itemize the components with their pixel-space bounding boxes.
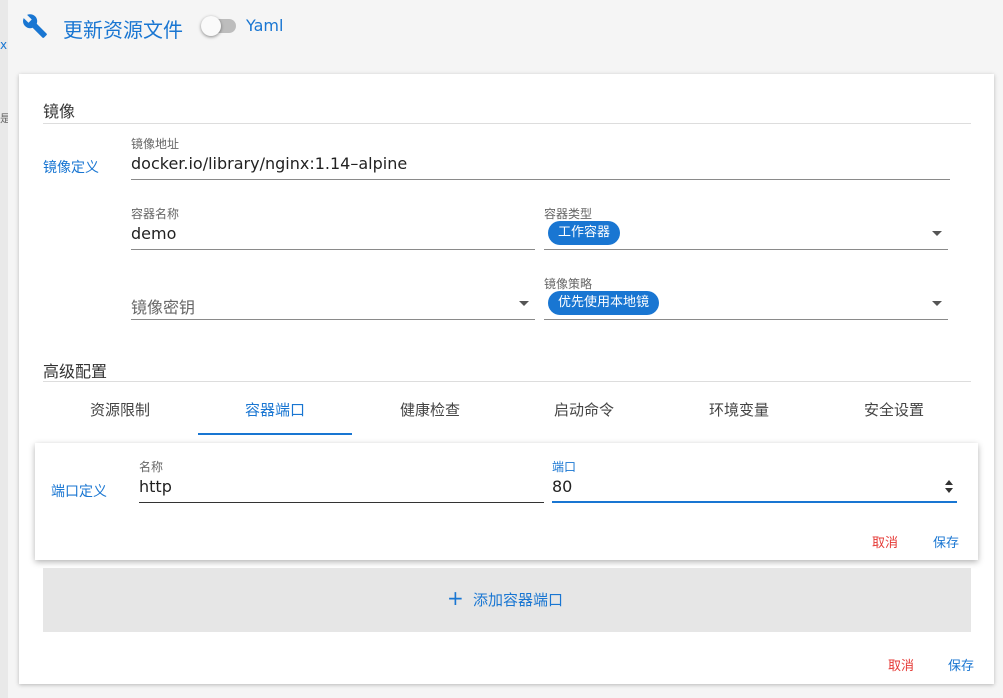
update-resource-dialog: 更新资源文件 Yaml 镜像 镜像定义 镜像地址 docker.io/libra… — [8, 0, 1003, 698]
tab-health-check[interactable]: 健康检查 — [353, 390, 507, 436]
dialog-cancel-button[interactable]: 取消 — [888, 655, 914, 674]
advanced-tabs: 资源限制 容器端口 健康检查 启动命令 环境变量 安全设置 — [43, 390, 971, 436]
port-name-underline — [139, 502, 544, 503]
port-definition-card: 端口定义 名称 http 端口 80 取消 保存 — [35, 443, 978, 560]
add-container-port-button[interactable]: + 添加容器端口 — [43, 568, 971, 632]
image-address-input[interactable]: docker.io/library/nginx:1.14–alpine — [131, 154, 407, 173]
port-number-underline — [552, 501, 957, 503]
stepper-down-icon[interactable] — [945, 488, 953, 493]
image-secret-underline — [131, 319, 535, 320]
port-save-button[interactable]: 保存 — [933, 532, 959, 551]
image-definition-label: 镜像定义 — [43, 160, 99, 176]
stepper-up-icon[interactable] — [945, 480, 953, 485]
container-type-underline — [544, 249, 948, 250]
tab-security-settings[interactable]: 安全设置 — [817, 390, 971, 436]
active-tab-indicator — [198, 433, 352, 435]
image-secret-select[interactable]: 镜像密钥 — [131, 294, 195, 318]
container-name-input[interactable]: demo — [131, 224, 176, 243]
tab-environment-variables[interactable]: 环境变量 — [662, 390, 816, 436]
port-name-input[interactable]: http — [139, 477, 172, 496]
image-policy-underline — [544, 319, 948, 320]
dialog-header: 更新资源文件 Yaml — [8, 0, 1003, 56]
port-stepper[interactable] — [944, 479, 954, 495]
tab-startup-command[interactable]: 启动命令 — [507, 390, 661, 436]
background-fragment-x: x — [0, 38, 8, 52]
background-page: x 是 — [0, 0, 11, 698]
image-address-label: 镜像地址 — [131, 137, 180, 151]
container-type-chip[interactable]: 工作容器 — [548, 221, 621, 245]
dialog-save-button[interactable]: 保存 — [948, 655, 974, 674]
container-type-label: 容器类型 — [544, 207, 593, 221]
dialog-title: 更新资源文件 — [63, 18, 183, 42]
image-policy-chip[interactable]: 优先使用本地镜 — [548, 291, 660, 315]
form-card: 镜像 镜像定义 镜像地址 docker.io/library/nginx:1.1… — [19, 74, 994, 684]
port-cancel-button[interactable]: 取消 — [872, 532, 898, 551]
tab-container-ports[interactable]: 容器端口 — [198, 390, 352, 436]
toggle-thumb — [201, 16, 221, 36]
wrench-icon — [23, 14, 47, 38]
container-name-label: 容器名称 — [131, 207, 180, 221]
add-container-port-label: 添加容器端口 — [473, 591, 564, 609]
image-section-title: 镜像 — [43, 102, 76, 121]
port-number-label: 端口 — [552, 460, 577, 474]
tab-resource-limits[interactable]: 资源限制 — [43, 390, 197, 436]
chevron-down-icon[interactable] — [519, 301, 529, 306]
container-name-underline — [131, 249, 535, 250]
yaml-toggle[interactable] — [201, 14, 239, 38]
image-policy-label: 镜像策略 — [544, 277, 593, 291]
image-address-underline — [131, 179, 950, 180]
chevron-down-icon[interactable] — [932, 231, 942, 236]
chevron-down-icon[interactable] — [932, 301, 942, 306]
advanced-section-divider — [43, 381, 971, 382]
port-name-label: 名称 — [139, 460, 164, 474]
port-definition-label: 端口定义 — [51, 484, 107, 500]
port-number-input[interactable]: 80 — [552, 477, 572, 496]
advanced-section-title: 高级配置 — [43, 362, 108, 381]
plus-icon: + — [447, 586, 464, 610]
yaml-toggle-label[interactable]: Yaml — [246, 16, 283, 35]
image-section-divider — [43, 123, 971, 124]
